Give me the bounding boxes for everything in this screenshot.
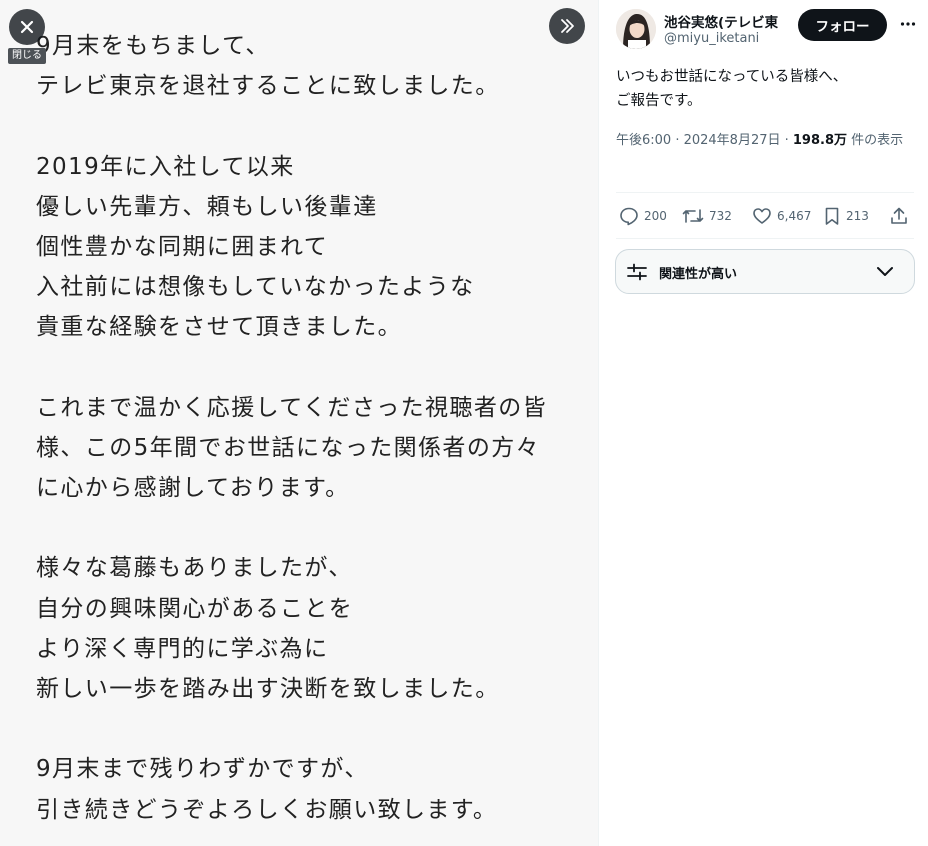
chevron-down-icon xyxy=(877,267,893,276)
statement-text: 9月末をもちまして、 テレビ東京を退社することに致しました。 2019年に入社し… xyxy=(36,26,596,830)
more-options-button[interactable] xyxy=(896,12,920,36)
repost-button[interactable]: 732 xyxy=(682,203,732,229)
avatar[interactable] xyxy=(616,9,656,49)
statement-line: これまで温かく応援してくださった視聴者の皆 xyxy=(36,394,548,421)
sliders-icon xyxy=(627,263,647,281)
divider xyxy=(616,192,914,193)
reply-icon xyxy=(620,207,638,226)
close-icon xyxy=(20,20,34,34)
statement-line xyxy=(36,508,596,548)
statement-line: 様々な葛藤もありましたが、 xyxy=(36,555,353,582)
follow-button[interactable]: フォロー xyxy=(798,9,887,41)
statement-line: 自分の興味関心があることを xyxy=(36,595,354,622)
statement-line: 様、この5年間でお世話になった関係者の方々 xyxy=(36,434,541,461)
tweet-text: いつもお世話になっている皆様へ、 ご報告です。 xyxy=(616,65,916,113)
statement-line: 優しい先輩方、頼もしい後輩達 xyxy=(36,193,378,220)
share-icon xyxy=(891,207,907,224)
close-tooltip: 閉じる xyxy=(8,48,46,64)
statement-line: テレビ東京を退社することに致しました。 xyxy=(36,73,500,100)
views-count: 198.8万 xyxy=(792,133,848,148)
statement-line: 9月末をもちまして、 xyxy=(36,33,270,59)
media-viewer: 9月末をもちまして、 テレビ東京を退社することに致しました。 2019年に入社し… xyxy=(0,0,928,846)
tweet-text-line: ご報告です。 xyxy=(616,93,702,109)
statement-line: 貴重な経験をさせて頂きました。 xyxy=(36,314,402,341)
heart-icon xyxy=(753,208,771,224)
bookmark-count: 213 xyxy=(846,209,869,223)
avatar-image xyxy=(616,9,656,49)
reply-sort-label: 関連性が高い xyxy=(659,267,738,282)
bookmark-icon xyxy=(825,207,839,225)
close-button[interactable] xyxy=(9,9,45,45)
statement-line: に心から感謝しております。 xyxy=(36,475,350,502)
statement-line: 2019年に入社して以来 xyxy=(36,153,295,180)
views-label: 件の表示 xyxy=(847,133,904,148)
expand-panel-button[interactable] xyxy=(549,8,585,44)
statement-line: 引き続きどうぞよろしくお願い致します。 xyxy=(36,796,498,823)
bookmark-button[interactable]: 213 xyxy=(823,203,869,229)
statement-line xyxy=(36,709,596,749)
divider xyxy=(616,238,914,239)
repost-count: 732 xyxy=(709,209,732,223)
tweet-panel: 池谷実悠(テレビ東 @miyu_iketani フォロー いつもお世話になってい… xyxy=(598,0,928,846)
statement-line: 新しい一歩を踏み出す決断を致しました。 xyxy=(36,676,500,702)
statement-line: より深く専門的に学ぶ為に xyxy=(36,635,329,662)
like-button[interactable]: 6,467 xyxy=(752,203,811,229)
author-handle[interactable]: @miyu_iketani xyxy=(664,31,759,46)
tweet-metadata: 午後6:00 · 2024年8月27日 · 198.8万 件の表示 xyxy=(616,129,916,152)
statement-line xyxy=(36,348,596,388)
reply-sort-button[interactable]: 関連性が高い xyxy=(615,249,915,294)
statement-line xyxy=(36,106,596,146)
statement-line: 個性豊かな同期に囲まれて xyxy=(36,233,329,260)
author-name[interactable]: 池谷実悠(テレビ東 xyxy=(664,11,792,29)
tweet-text-line: いつもお世話になっている皆様へ、 xyxy=(616,69,848,85)
reply-button[interactable]: 200 xyxy=(619,203,667,229)
statement-line: 9月末まで残りわずかですが、 xyxy=(36,756,369,783)
tweet-actions: 200 732 6,467 213 xyxy=(616,203,916,229)
reply-count: 200 xyxy=(644,209,667,223)
chevron-double-right-icon xyxy=(561,19,574,33)
more-horizontal-icon xyxy=(900,22,916,26)
like-count: 6,467 xyxy=(777,209,812,223)
share-button[interactable] xyxy=(889,203,909,229)
media-image: 9月末をもちまして、 テレビ東京を退社することに致しました。 2019年に入社し… xyxy=(0,0,598,846)
tweet-timestamp[interactable]: 午後6:00 · 2024年8月27日 · xyxy=(616,133,793,148)
statement-line: 入社前には想像もしていなかったような xyxy=(36,274,475,301)
repost-icon xyxy=(682,209,704,223)
